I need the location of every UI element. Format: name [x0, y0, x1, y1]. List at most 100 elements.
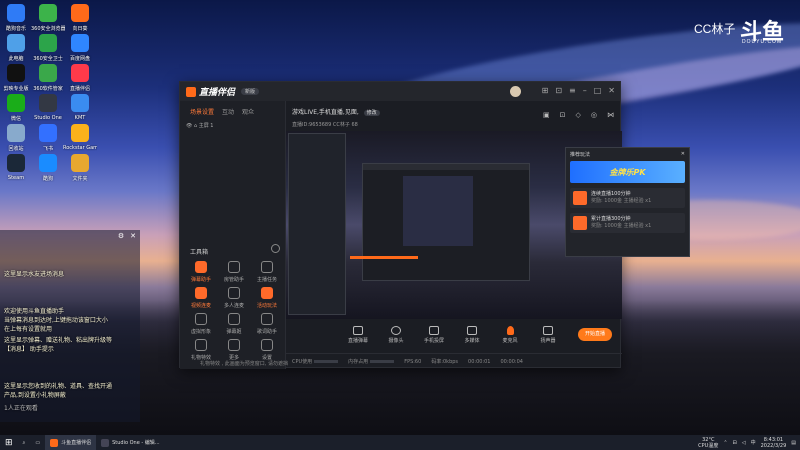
task-item[interactable]: 连续直播100分钟 奖励: 1000金 主播经验 x1: [570, 188, 685, 208]
tab-scene[interactable]: 场景设置: [190, 107, 214, 116]
close-icon[interactable]: ✕: [681, 151, 685, 158]
clock[interactable]: 8:43:01 2022/3/29: [761, 437, 787, 449]
app-icon: [71, 124, 89, 142]
close-icon[interactable]: ✕: [130, 232, 136, 240]
taskbar-app-studio-one[interactable]: Studio One - 编辑...: [96, 435, 164, 450]
lock-icon[interactable]: ⊡: [560, 111, 566, 119]
chat-message: 这里显示弹幕、赠送礼物、粘出牌升级等: [4, 337, 113, 344]
desktop-icon[interactable]: 百度网盘: [63, 34, 97, 62]
desktop-icon[interactable]: Rockstar Games: [63, 124, 97, 151]
scene-item[interactable]: 👁 ⌂ 主屏 1: [180, 116, 285, 135]
maximize-icon[interactable]: □: [594, 86, 602, 95]
tool-label: 弹幕姬: [226, 329, 242, 335]
tool-button[interactable]: 多人连麦: [219, 287, 249, 309]
taskbar-app-douyu[interactable]: 斗鱼直播伴侣: [45, 435, 97, 450]
toolbox-collapse-icon[interactable]: [271, 244, 280, 253]
notification-center-icon[interactable]: ▤: [791, 440, 796, 446]
tool-button[interactable]: 虚拟形象: [186, 313, 216, 335]
tool-button[interactable]: 设置: [252, 339, 282, 361]
desktop-icon-label: Studio One: [34, 115, 62, 121]
tool-button[interactable]: 更多: [219, 339, 249, 361]
desktop-icon[interactable]: 回收站: [0, 124, 33, 152]
douyu-domain: DOUYU.COM: [742, 39, 783, 45]
edit-title-button[interactable]: 修改: [363, 110, 380, 116]
record-timer: 00:00:04: [500, 358, 523, 365]
desktop-icon[interactable]: 微信: [0, 94, 33, 122]
desktop-icon-label: 此电脑: [8, 56, 24, 62]
weather-widget[interactable]: 32°C CPU温度: [698, 437, 718, 449]
app-icon: [39, 154, 57, 172]
tool-button[interactable]: 礼物特效: [186, 339, 216, 361]
desktop-icon[interactable]: Studio One: [31, 94, 65, 121]
desktop-icon[interactable]: 剪映专业版: [0, 64, 33, 92]
desktop-icon[interactable]: 直播伴侣: [63, 64, 97, 92]
tool-button[interactable]: 视频连麦: [186, 287, 216, 309]
share-icon[interactable]: ⋈: [607, 111, 614, 119]
desktop-icon[interactable]: Steam: [0, 154, 33, 181]
cpu-usage: CPU使用: [292, 358, 339, 365]
task-reward: 奖励: 1000金 主播经验 x1: [591, 198, 652, 204]
avatar[interactable]: [510, 86, 521, 97]
desktop-icon[interactable]: 酷狗音乐: [0, 4, 33, 32]
live-companion-window[interactable]: 直播伴侣 新版 ⊞ ⊡ ≡ – □ ✕ 场景设置 互动 观众 👁 ⌂ 主屏 1 工具箱…: [179, 81, 690, 369]
desktop-icon-label: 360安全浏览器: [31, 26, 65, 32]
desktop-icon[interactable]: 向日葵: [63, 4, 97, 32]
search-icon[interactable]: ⌕: [18, 435, 31, 450]
shield-icon[interactable]: ◇: [576, 111, 581, 119]
danmaku-chat-overlay[interactable]: ⚙ ✕ 这里显示水友进场消息 欢迎使用斗鱼直播助手 当弹幕消息到达时,上键拖动该窗…: [0, 230, 140, 422]
close-icon[interactable]: ✕: [608, 86, 615, 95]
notification-icon[interactable]: ◎: [591, 111, 597, 119]
left-panel: 场景设置 互动 观众 👁 ⌂ 主屏 1 工具箱 弹幕助手 房管助手 主播任务 视频连麦…: [180, 101, 286, 369]
speaker-button[interactable]: 扬声器: [536, 326, 560, 344]
taskview-icon[interactable]: ▭: [30, 435, 45, 450]
app-icon: [7, 64, 25, 82]
desktop-icon[interactable]: KMT: [63, 94, 97, 121]
center-panel: 游戏LIVE,手机直播,见面, 修改 直播ID:9653689 CC林子 68 …: [286, 101, 690, 369]
tool-label: 虚拟形象: [190, 329, 211, 335]
title-bar[interactable]: 直播伴侣 新版 ⊞ ⊡ ≡ – □ ✕: [180, 82, 620, 101]
desktop-icon[interactable]: 360安全卫士: [31, 34, 65, 62]
app-icon: [71, 154, 89, 172]
phone-cast-button[interactable]: 手机投屏: [422, 326, 446, 344]
task-item[interactable]: 累计直播300分钟 奖励: 1000金 主播经验 x1: [570, 213, 685, 233]
settings-icon[interactable]: ⚙: [118, 232, 124, 240]
tool-button[interactable]: 歌词助手: [252, 313, 282, 335]
desktop-icon[interactable]: 文件夹: [63, 154, 97, 182]
input-method-icon[interactable]: 中: [751, 439, 756, 446]
desktop-icon[interactable]: 此电脑: [0, 34, 33, 62]
minimize-icon[interactable]: –: [583, 86, 587, 95]
system-tray: 32°C CPU温度 ⌃ ⊟ ◁ 中 8:43:01 2022/3/29 ▤: [698, 435, 800, 450]
pk-banner[interactable]: 金牌乐PK: [570, 161, 685, 183]
task-reward: 奖励: 1000金 主播经验 x1: [591, 223, 652, 229]
lock-icon[interactable]: ⊡: [555, 86, 562, 95]
tool-button[interactable]: 房管助手: [219, 261, 249, 283]
camera-button[interactable]: 摄像头: [384, 326, 408, 344]
version-badge[interactable]: 新版: [241, 88, 260, 95]
recommend-popup[interactable]: 推荐玩法 ✕ 金牌乐PK 连续直播100分钟 奖励: 1000金 主播经验 x1 累…: [565, 147, 690, 257]
tab-interact[interactable]: 互动: [222, 107, 234, 116]
tool-button[interactable]: 活动玩法: [252, 287, 282, 309]
tool-label: 弹幕助手: [190, 277, 211, 283]
danmaku-source-button[interactable]: 直播弹幕: [346, 326, 370, 344]
tool-icon: [261, 287, 273, 299]
tool-button[interactable]: 弹幕姬: [219, 313, 249, 335]
desktop-icon-label: Steam: [7, 175, 25, 181]
network-icon[interactable]: ⊟: [733, 440, 737, 446]
start-live-button[interactable]: 开始直播: [578, 328, 612, 341]
start-button[interactable]: ⊞: [0, 435, 18, 450]
chevron-up-icon[interactable]: ⌃: [723, 440, 727, 446]
gift-box-icon[interactable]: ▣: [543, 111, 550, 119]
tool-button[interactable]: 弹幕助手: [186, 261, 216, 283]
tool-button[interactable]: 主播任务: [252, 261, 282, 283]
desktop-icon[interactable]: 飞书: [31, 124, 65, 152]
volume-icon[interactable]: ◁: [742, 440, 746, 446]
desktop-icon[interactable]: 酷狗: [31, 154, 65, 182]
gift-icon[interactable]: ⊞: [542, 86, 549, 95]
tab-audience[interactable]: 观众: [242, 107, 254, 116]
media-button[interactable]: 多媒体: [460, 326, 484, 344]
app-icon: [39, 94, 57, 112]
microphone-button[interactable]: 麦克风: [498, 326, 522, 344]
menu-icon[interactable]: ≡: [569, 86, 576, 95]
desktop-icon[interactable]: 360安全浏览器: [31, 4, 65, 32]
desktop-icon[interactable]: 360软件管家: [31, 64, 65, 92]
